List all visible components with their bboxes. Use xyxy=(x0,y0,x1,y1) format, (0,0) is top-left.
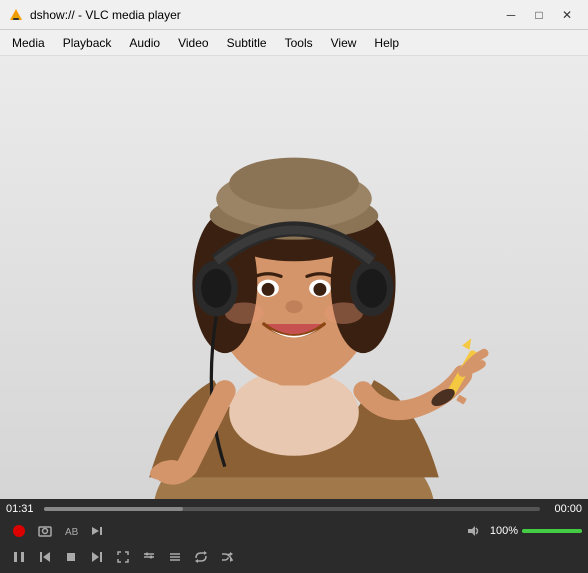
video-area xyxy=(0,56,588,499)
title-left: dshow:// - VLC media player xyxy=(8,7,181,23)
minimize-button[interactable]: ─ xyxy=(498,5,524,25)
title-controls: ─ □ ✕ xyxy=(498,5,580,25)
loop-btn[interactable] xyxy=(188,545,214,569)
menu-help[interactable]: Help xyxy=(366,33,407,53)
menu-playback[interactable]: Playback xyxy=(55,33,120,53)
btn-row1: AB 100% xyxy=(6,519,582,543)
prev-btn[interactable] xyxy=(32,545,58,569)
time-total: 00:00 xyxy=(546,503,582,515)
fullscreen-btn[interactable] xyxy=(110,545,136,569)
stop-btn[interactable] xyxy=(58,545,84,569)
menu-tools[interactable]: Tools xyxy=(277,33,321,53)
random-btn[interactable] xyxy=(214,545,240,569)
frame-next-btn[interactable] xyxy=(84,519,110,543)
volume-pct: 100% xyxy=(490,525,518,537)
time-current: 01:31 xyxy=(6,503,38,515)
menu-subtitle[interactable]: Subtitle xyxy=(219,33,275,53)
vlc-icon xyxy=(8,7,24,23)
progress-row: 01:31 00:00 xyxy=(6,503,582,515)
menu-bar: Media Playback Audio Video Subtitle Tool… xyxy=(0,30,588,56)
playlist-btn[interactable] xyxy=(162,545,188,569)
volume-fill xyxy=(522,529,582,533)
btn-row2 xyxy=(6,545,582,569)
record-btn[interactable] xyxy=(6,519,32,543)
menu-view[interactable]: View xyxy=(323,33,365,53)
progress-fill xyxy=(44,507,183,511)
menu-video[interactable]: Video xyxy=(170,33,216,53)
controls-area: 01:31 00:00 AB 100% xyxy=(0,499,588,573)
close-button[interactable]: ✕ xyxy=(554,5,580,25)
volume-bar[interactable] xyxy=(522,529,582,533)
title-bar: dshow:// - VLC media player ─ □ ✕ xyxy=(0,0,588,30)
portrait-svg xyxy=(0,56,588,499)
svg-text:AB: AB xyxy=(65,527,78,538)
title-text: dshow:// - VLC media player xyxy=(30,8,181,22)
maximize-button[interactable]: □ xyxy=(526,5,552,25)
volume-area: 100% xyxy=(460,519,582,543)
snapshot-btn[interactable] xyxy=(32,519,58,543)
volume-btn[interactable] xyxy=(460,519,486,543)
menu-audio[interactable]: Audio xyxy=(121,33,168,53)
video-content xyxy=(0,56,588,499)
progress-bar[interactable] xyxy=(44,507,540,511)
loop-ab-btn[interactable]: AB xyxy=(58,519,84,543)
play-pause-btn[interactable] xyxy=(6,545,32,569)
next-btn[interactable] xyxy=(84,545,110,569)
extended-btn[interactable] xyxy=(136,545,162,569)
menu-media[interactable]: Media xyxy=(4,33,53,53)
